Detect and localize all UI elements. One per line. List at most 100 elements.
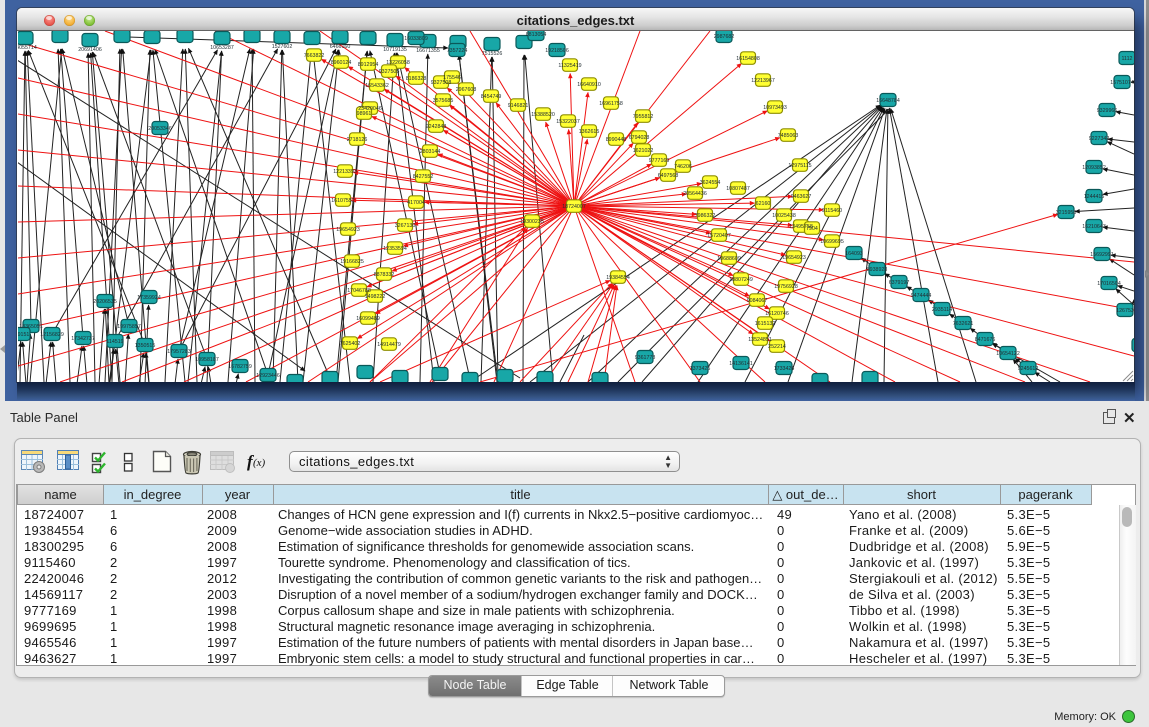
svg-text:18724007: 18724007 [562,204,586,210]
svg-text:7904: 7904 [806,226,818,232]
svg-text:6466160: 6466160 [330,44,351,50]
svg-text:3575685: 3575685 [433,98,454,104]
svg-text:1527602: 1527602 [272,44,293,50]
svg-text:16961758: 16961758 [599,101,623,107]
svg-text:9146821: 9146821 [508,103,529,109]
svg-text:12975115: 12975115 [788,163,811,169]
svg-text:16154808: 16154808 [736,56,760,62]
svg-text:20691406: 20691406 [78,47,102,53]
svg-text:15322037: 15322037 [556,119,580,125]
svg-text:10654122: 10654122 [996,351,1020,357]
svg-text:9242848: 9242848 [426,124,447,130]
svg-text:15388520: 15388520 [531,112,555,118]
svg-text:17342737: 17342737 [71,336,95,342]
svg-text:1244415: 1244415 [1084,194,1105,200]
svg-text:16210643: 16210643 [1082,224,1106,230]
svg-text:9227342: 9227342 [1089,136,1110,142]
svg-text:62160: 62160 [756,201,771,207]
svg-text:8471676: 8471676 [975,337,996,343]
svg-text:19300235: 19300235 [520,219,544,225]
svg-text:7625402: 7625402 [340,341,361,347]
svg-text:13226058: 13226058 [386,60,410,66]
svg-text:15720407: 15720407 [707,233,731,239]
svg-text:19654923: 19654923 [782,255,806,261]
svg-text:8813054: 8813054 [526,32,547,38]
svg-text:17359924: 17359924 [137,295,161,301]
svg-text:9245612: 9245612 [1018,366,1039,372]
svg-text:20053346: 20053346 [148,126,172,132]
svg-text:18365051: 18365051 [19,324,43,330]
svg-text:10973493: 10973493 [763,105,787,111]
svg-text:7986322: 7986322 [695,213,716,219]
svg-text:252214: 252214 [768,344,786,350]
svg-text:8454749: 8454749 [481,94,502,100]
svg-text:20564436: 20564436 [683,191,707,197]
svg-text:39151: 39151 [18,332,29,338]
svg-text:9361778: 9361778 [635,355,656,361]
svg-text:19218506: 19218506 [545,48,569,54]
svg-text:11325419: 11325419 [558,63,581,69]
svg-text:10807487: 10807487 [726,186,750,192]
svg-text:2803144: 2803144 [420,149,441,155]
svg-text:6379197: 6379197 [889,280,910,286]
svg-text:15692991: 15692991 [1090,252,1114,258]
svg-text:8990448: 8990448 [606,137,627,143]
svg-text:10958187: 10958187 [195,357,219,363]
svg-text:12213393: 12213393 [333,169,357,175]
svg-text:10653287: 10653287 [210,45,234,51]
svg-text:1373425: 1373425 [690,366,711,372]
svg-text:1615132: 1615132 [755,321,776,327]
svg-text:16543362: 16543362 [365,83,389,89]
svg-text:8878332: 8878332 [374,272,395,278]
svg-text:9329966: 9329966 [1097,108,1118,114]
svg-text:16120746: 16120746 [765,311,789,317]
svg-text:15751074: 15751074 [1110,80,1134,86]
svg-text:12156829: 12156829 [40,332,64,338]
svg-text:10719135: 10719135 [383,47,407,53]
svg-text:16033809: 16033809 [404,36,428,42]
svg-text:12213967: 12213967 [751,78,775,84]
svg-text:17016504: 17016504 [1097,281,1121,287]
svg-text:1621022: 1621022 [633,148,654,154]
svg-text:417004: 417004 [407,200,425,206]
svg-text:1733426: 1733426 [774,366,795,372]
svg-text:8960124: 8960124 [331,60,352,66]
svg-text:19384554: 19384554 [606,275,630,281]
svg-text:14136141: 14136141 [729,361,753,367]
svg-text:13524851: 13524851 [748,337,772,343]
svg-text:175546: 175546 [443,75,461,81]
svg-text:1498222: 1498222 [365,294,386,300]
svg-text:8938923: 8938923 [867,267,888,273]
svg-text:18807249: 18807249 [729,277,753,283]
svg-text:16782759: 16782759 [228,364,252,370]
svg-text:16671355: 16671355 [416,48,440,54]
svg-text:2967608: 2967608 [456,87,477,93]
svg-text:19654923: 19654923 [336,227,360,233]
svg-text:98961: 98961 [357,111,372,117]
svg-text:9115460: 9115460 [822,208,842,214]
svg-text:14055714: 14055714 [18,45,37,51]
svg-text:9084067: 9084067 [747,298,768,304]
svg-text:1362615: 1362615 [579,129,600,135]
svg-text:7955812: 7955812 [633,114,654,120]
svg-text:2935114: 2935114 [932,307,952,313]
svg-text:8427552: 8427552 [413,174,434,180]
svg-text:14914479: 14914479 [377,342,401,348]
svg-text:16099489: 16099489 [356,316,380,322]
svg-text:10688609: 10688609 [717,256,741,262]
svg-text:2987682: 2987682 [714,34,735,40]
svg-text:3267130: 3267130 [395,223,416,229]
svg-text:8186328: 8186328 [406,76,427,82]
svg-text:114519: 114519 [106,339,123,345]
svg-text:16107552: 16107552 [331,198,355,204]
svg-text:19166825: 19166825 [340,259,364,265]
svg-text:9777169: 9777169 [649,158,670,164]
svg-text:7485063: 7485063 [778,133,799,139]
svg-text:16640910: 16640910 [577,82,601,88]
svg-text:7632621: 7632621 [953,321,974,327]
svg-text:12093852: 12093852 [1082,165,1106,171]
svg-text:10025438: 10025438 [772,213,796,219]
svg-text:746206: 746206 [674,164,692,170]
svg-text:7357224: 7357224 [447,48,468,54]
svg-text:17957283: 17957283 [167,349,191,355]
